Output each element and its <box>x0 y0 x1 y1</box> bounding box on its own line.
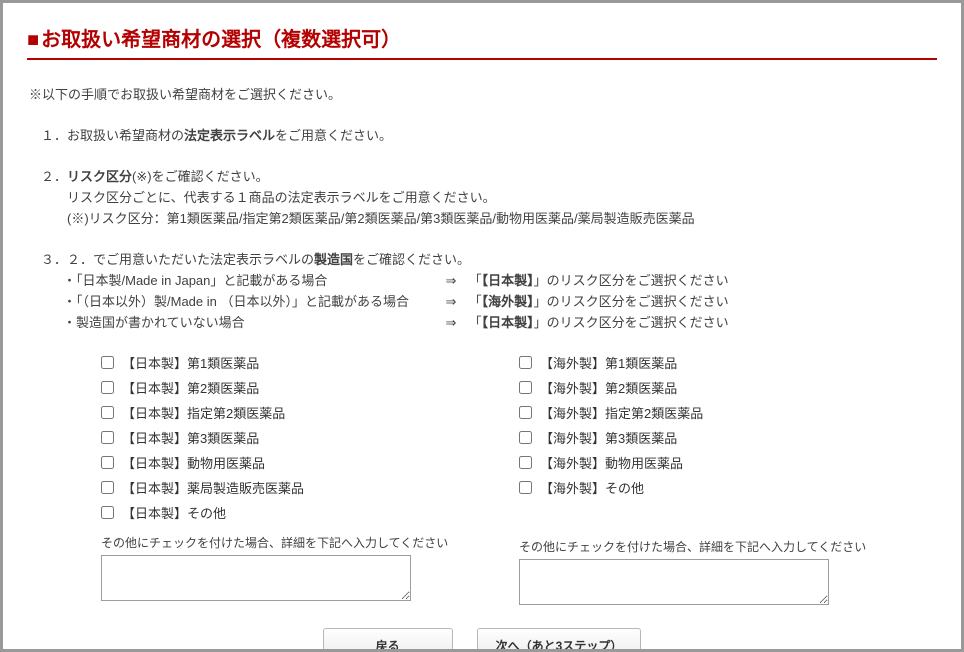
chk-ov-4[interactable]: 【海外製】動物用医薬品 <box>519 453 937 472</box>
checkbox-jp-3[interactable] <box>101 431 114 444</box>
chk-label: 【海外製】指定第2類医薬品 <box>540 403 703 422</box>
chk-ov-2[interactable]: 【海外製】指定第2類医薬品 <box>519 403 937 422</box>
right-column: 【海外製】第1類医薬品 【海外製】第2類医薬品 【海外製】指定第2類医薬品 【海… <box>519 353 937 608</box>
chk-jp-0[interactable]: 【日本製】第1類医薬品 <box>101 353 519 372</box>
title-marker: ■ <box>27 29 39 51</box>
checkbox-jp-1[interactable] <box>101 381 114 394</box>
step-2-tail: (※)をご確認ください。 <box>132 169 269 184</box>
checkbox-jp-2[interactable] <box>101 406 114 419</box>
back-button[interactable]: 戻る <box>323 628 453 652</box>
step-3: ３．２．でご用意いただいた法定表示ラベルの製造国をご確認ください。 ・「日本製/… <box>41 249 937 331</box>
chk-label: 【海外製】第3類医薬品 <box>540 428 677 447</box>
chk-ov-1[interactable]: 【海外製】第2類医薬品 <box>519 378 937 397</box>
step-2: ２．リスク区分(※)をご確認ください。 リスク区分ごとに、代表する１商品の法定表… <box>41 166 937 227</box>
chk-label: 【日本製】その他 <box>122 503 226 522</box>
next-button[interactable]: 次へ（あと3ステップ） <box>477 628 642 652</box>
manu-row-1-c1: ・「（日本以外）製/Made in （日本以外）」と記載がある場合 <box>63 291 437 310</box>
title-text: お取扱い希望商材の選択（複数選択可） <box>41 29 401 51</box>
page-frame: ■お取扱い希望商材の選択（複数選択可） ※以下の手順でお取扱い希望商材をご選択く… <box>0 0 964 652</box>
step-2-num: ２． <box>41 166 67 185</box>
step-1-bold: 法定表示ラベル <box>184 128 275 143</box>
left-column: 【日本製】第1類医薬品 【日本製】第2類医薬品 【日本製】指定第2類医薬品 【日… <box>101 353 519 608</box>
manu-row-2-c1: ・製造国が書かれていない場合 <box>63 312 437 331</box>
manu-row-2-bold: 【日本製】 <box>482 315 534 330</box>
checkbox-ov-4[interactable] <box>519 456 532 469</box>
manufacture-table: ・「日本製/Made in Japan」と記載がある場合⇒ 「【日本製】」のリス… <box>63 270 937 331</box>
checkbox-jp-6[interactable] <box>101 506 114 519</box>
other-input-right[interactable] <box>519 559 829 605</box>
checkbox-ov-2[interactable] <box>519 406 532 419</box>
chk-jp-3[interactable]: 【日本製】第3類医薬品 <box>101 428 519 447</box>
chk-label: 【海外製】第2類医薬品 <box>540 378 677 397</box>
chk-label: 【海外製】その他 <box>540 478 644 497</box>
step-3-post: をご確認ください。 <box>353 252 470 267</box>
checkbox-ov-1[interactable] <box>519 381 532 394</box>
chk-jp-2[interactable]: 【日本製】指定第2類医薬品 <box>101 403 519 422</box>
page-title: ■お取扱い希望商材の選択（複数選択可） <box>27 23 937 60</box>
manu-row-2-p1: 「 <box>469 315 482 330</box>
chk-ov-3[interactable]: 【海外製】第3類医薬品 <box>519 428 937 447</box>
arrow-icon: ⇒ <box>437 273 465 289</box>
chk-label: 【日本製】第2類医薬品 <box>122 378 259 397</box>
chk-label: 【日本製】薬局製造販売医薬品 <box>122 478 304 497</box>
spacer <box>519 503 937 526</box>
checkbox-jp-4[interactable] <box>101 456 114 469</box>
step-1-pre: お取扱い希望商材の <box>67 128 184 143</box>
manu-row-0-c1: ・「日本製/Made in Japan」と記載がある場合 <box>63 270 437 289</box>
chk-label: 【日本製】第1類医薬品 <box>122 353 259 372</box>
step-3-pre: ２．でご用意いただいた法定表示ラベルの <box>67 252 314 267</box>
manu-row-1-bold: 【海外製】 <box>482 294 534 309</box>
step-1-post: をご用意ください。 <box>275 128 392 143</box>
checkbox-ov-0[interactable] <box>519 356 532 369</box>
manu-row-0-p2: 」のリスク区分をご選択ください <box>534 273 729 288</box>
manu-row-2-p2: 」のリスク区分をご選択ください <box>534 315 729 330</box>
step-1: １．お取扱い希望商材の法定表示ラベルをご用意ください。 <box>41 125 937 144</box>
chk-label: 【海外製】動物用医薬品 <box>540 453 683 472</box>
chk-label: 【海外製】第1類医薬品 <box>540 353 677 372</box>
manu-row-0-p1: 「 <box>469 273 482 288</box>
chk-ov-5[interactable]: 【海外製】その他 <box>519 478 937 497</box>
checkbox-jp-0[interactable] <box>101 356 114 369</box>
step-2-sub2: (※)リスク区分：第1類医薬品/指定第2類医薬品/第2類医薬品/第3類医薬品/動… <box>67 208 937 227</box>
checkbox-jp-5[interactable] <box>101 481 114 494</box>
chk-jp-5[interactable]: 【日本製】薬局製造販売医薬品 <box>101 478 519 497</box>
step-1-num: １． <box>41 125 67 144</box>
arrow-icon: ⇒ <box>437 315 465 331</box>
chk-ov-0[interactable]: 【海外製】第1類医薬品 <box>519 353 937 372</box>
manu-row-0: ・「日本製/Made in Japan」と記載がある場合⇒ 「【日本製】」のリス… <box>63 270 937 289</box>
chk-label: 【日本製】指定第2類医薬品 <box>122 403 285 422</box>
manu-row-2: ・製造国が書かれていない場合⇒ 「【日本製】」のリスク区分をご選択ください <box>63 312 937 331</box>
other-note-right: その他にチェックを付けた場合、詳細を下記へ入力してください <box>519 538 937 555</box>
arrow-icon: ⇒ <box>437 294 465 310</box>
checkbox-columns: 【日本製】第1類医薬品 【日本製】第2類医薬品 【日本製】指定第2類医薬品 【日… <box>101 353 937 608</box>
steps-list: １．お取扱い希望商材の法定表示ラベルをご用意ください。 ２．リスク区分(※)をご… <box>41 125 937 331</box>
manu-row-1: ・「（日本以外）製/Made in （日本以外）」と記載がある場合⇒ 「【海外製… <box>63 291 937 310</box>
checkbox-ov-5[interactable] <box>519 481 532 494</box>
step-2-sub1: リスク区分ごとに、代表する１商品の法定表示ラベルをご用意ください。 <box>67 187 937 206</box>
step-3-bold: 製造国 <box>314 252 353 267</box>
chk-jp-1[interactable]: 【日本製】第2類医薬品 <box>101 378 519 397</box>
button-row: 戻る 次へ（あと3ステップ） <box>27 628 937 652</box>
manu-row-1-p1: 「 <box>469 294 482 309</box>
step-2-bold: リスク区分 <box>67 169 132 184</box>
chk-jp-4[interactable]: 【日本製】動物用医薬品 <box>101 453 519 472</box>
other-note-left: その他にチェックを付けた場合、詳細を下記へ入力してください <box>101 534 519 551</box>
chk-label: 【日本製】第3類医薬品 <box>122 428 259 447</box>
checkbox-ov-3[interactable] <box>519 431 532 444</box>
other-input-left[interactable] <box>101 555 411 601</box>
step-3-num: ３． <box>41 249 67 268</box>
manu-row-1-p2: 」のリスク区分をご選択ください <box>534 294 729 309</box>
chk-label: 【日本製】動物用医薬品 <box>122 453 265 472</box>
intro-text: ※以下の手順でお取扱い希望商材をご選択ください。 <box>29 84 937 103</box>
chk-jp-6[interactable]: 【日本製】その他 <box>101 503 519 522</box>
manu-row-0-bold: 【日本製】 <box>482 273 534 288</box>
